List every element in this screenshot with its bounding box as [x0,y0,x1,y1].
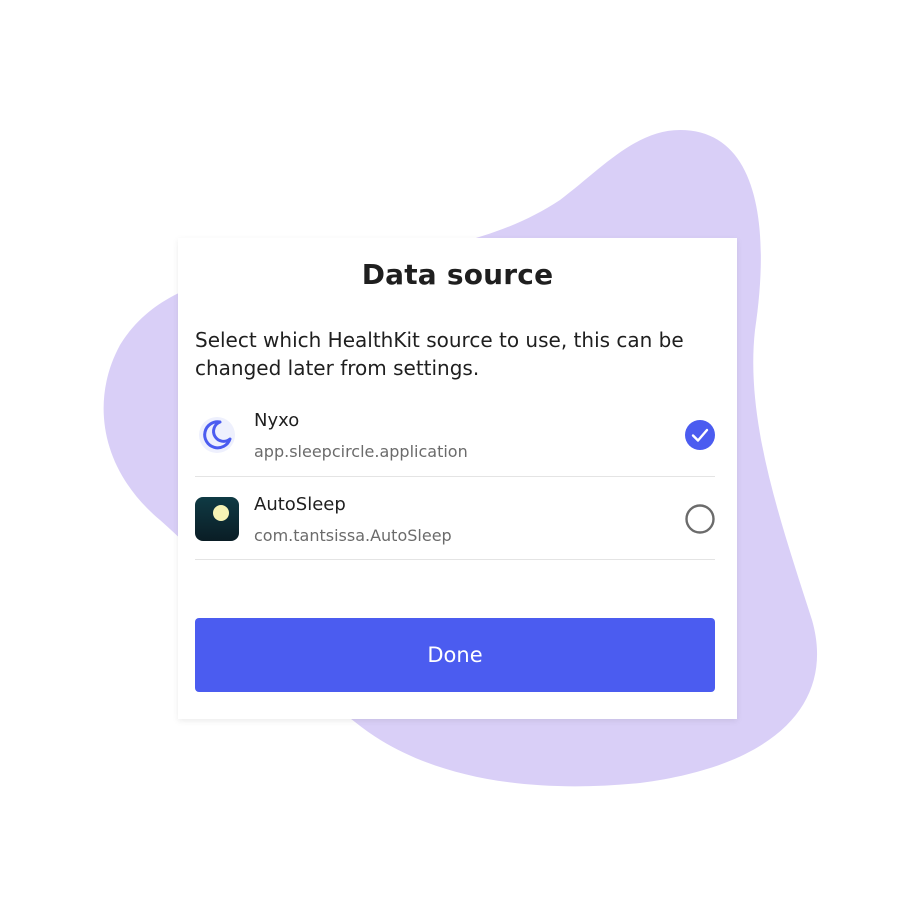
radio-unselected-icon[interactable] [685,504,715,534]
source-name: Nyxo [254,410,300,431]
checkmark-radio-selected-icon[interactable] [685,420,715,450]
source-name: AutoSleep [254,494,346,515]
dialog-title: Data source [361,258,554,291]
data-source-dialog: Data source Select which HealthKit sourc… [178,238,737,719]
source-bundle-id: com.tantsissa.AutoSleep [254,526,452,545]
done-button[interactable]: Done [195,618,715,692]
autosleep-app-icon [195,497,239,541]
source-row-nyxo[interactable]: Nyxo app.sleepcircle.application [195,394,715,477]
source-list: Nyxo app.sleepcircle.application AutoSle… [195,394,715,560]
source-bundle-id: app.sleepcircle.application [254,442,468,461]
moon-icon [199,417,235,453]
source-row-autosleep[interactable]: AutoSleep com.tantsissa.AutoSleep [195,477,715,560]
dialog-description: Select which HealthKit source to use, th… [195,328,684,380]
canvas: Data source Select which HealthKit sourc… [0,0,917,917]
